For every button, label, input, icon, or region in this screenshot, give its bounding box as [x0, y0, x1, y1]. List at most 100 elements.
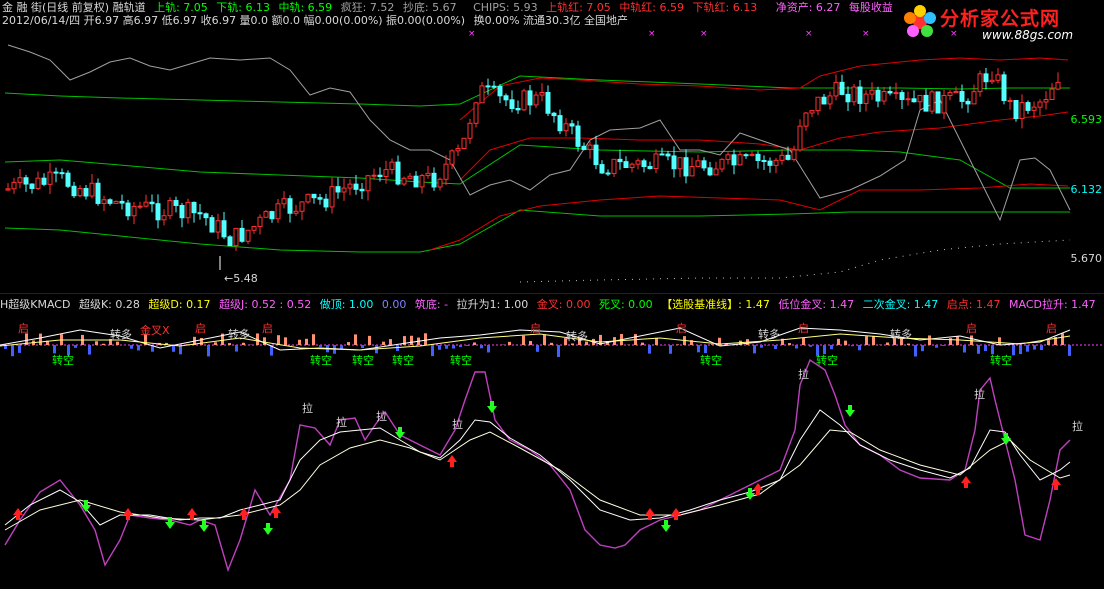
signal-zhuankong-5: 转空: [450, 354, 472, 367]
histogram-bar: [788, 343, 791, 345]
histogram-bar: [809, 345, 812, 347]
histogram-bar: [137, 345, 140, 351]
signal-la-5: 拉: [798, 368, 809, 381]
histogram-bar: [949, 338, 952, 345]
histogram-bar: [865, 336, 868, 345]
signal-la-3: 拉: [376, 410, 387, 423]
signal-zhuankong-4: 转空: [392, 354, 414, 367]
histogram-bar: [305, 338, 308, 345]
signal-zhuankong-1: 转空: [52, 354, 74, 367]
signal-qi-2: 启: [195, 322, 206, 335]
histogram-bar: [977, 345, 980, 354]
histogram-bar: [284, 337, 287, 345]
histogram-bar: [942, 345, 945, 346]
histogram-bar: [669, 345, 672, 354]
histogram-bar: [473, 342, 476, 345]
signal-qi-4: 启: [530, 322, 541, 335]
histogram-bar: [347, 342, 350, 345]
signal-zhuankong-3: 转空: [352, 354, 374, 367]
signal-la-1: 拉: [302, 402, 313, 415]
histogram-bar: [830, 345, 833, 350]
signal-la-6: 拉: [974, 388, 985, 401]
histogram-bar: [529, 340, 532, 345]
indicator-canvas: [0, 327, 1104, 573]
osc-k-line: [4, 409, 1071, 526]
histogram-bar: [445, 345, 448, 349]
buy-arrow-icon: [123, 508, 133, 520]
histogram-bar: [18, 345, 21, 353]
signal-zhuanduo-5: 转多: [890, 328, 912, 341]
histogram-bar: [11, 345, 14, 357]
histogram-bar: [508, 341, 511, 345]
histogram-bar: [858, 345, 861, 351]
histogram-bar: [88, 345, 91, 355]
signal-qi-3: 启: [262, 322, 273, 335]
histogram-bar: [676, 344, 679, 345]
histogram-bar: [753, 345, 756, 354]
signal-la-2: 拉: [336, 416, 347, 429]
histogram-bar: [711, 344, 714, 345]
signal-qi-5: 启: [676, 322, 687, 335]
histogram-bar: [1047, 340, 1050, 345]
histogram-bar: [921, 345, 924, 352]
histogram-bar: [466, 345, 469, 346]
histogram-bar: [382, 341, 385, 345]
signal-zhuanduo-4: 转多: [758, 328, 780, 341]
histogram-bar: [795, 345, 798, 349]
histogram-bar: [410, 335, 413, 345]
signal-qi-7: 启: [966, 322, 977, 335]
sell-arrow-icon: [845, 405, 855, 417]
histogram-bar: [550, 342, 553, 345]
osc-d-line: [4, 429, 1071, 531]
signal-qi-8: 启: [1046, 322, 1057, 335]
histogram-bar: [172, 345, 175, 352]
histogram-bar: [214, 342, 217, 345]
histogram-bar: [641, 342, 644, 345]
buy-arrow-icon: [671, 508, 681, 520]
histogram-bar: [1019, 345, 1022, 355]
signal-qi-1: 启: [18, 322, 29, 335]
histogram-bar: [130, 345, 133, 349]
histogram-bar: [648, 345, 651, 354]
histogram-bar: [914, 345, 917, 357]
signal-zhuankong-8: 转空: [990, 354, 1012, 367]
histogram-bar: [998, 337, 1001, 345]
histogram-bar: [767, 345, 770, 346]
histogram-bar: [291, 345, 294, 346]
signal-arrows: [13, 401, 1061, 535]
signal-qi-6: 启: [798, 322, 809, 335]
sell-arrow-icon: [487, 401, 497, 413]
histogram-bar: [235, 345, 238, 352]
histogram-bar: [340, 345, 343, 349]
histogram-bar: [1033, 345, 1036, 350]
histogram-bar: [1068, 345, 1071, 356]
stock-chart-window[interactable]: { "header1": { "title": "金 融 街(日线 前复权) 融…: [0, 0, 1104, 589]
histogram-bar: [389, 339, 392, 345]
signal-zhuanduo-2: 转多: [228, 328, 250, 341]
histogram-bar: [95, 341, 98, 345]
histogram-bar: [851, 345, 854, 347]
histogram-bar: [74, 345, 77, 348]
histogram-bar: [438, 345, 441, 350]
histogram-bar: [984, 345, 987, 351]
histogram-bar: [242, 342, 245, 345]
histogram-bar: [774, 345, 777, 349]
histogram-bar: [277, 335, 280, 345]
buy-arrow-icon: [447, 455, 457, 467]
histogram-bar: [802, 337, 805, 345]
histogram-bar: [1040, 345, 1043, 351]
histogram-bar: [452, 345, 455, 349]
signal-zhuanduo-3: 转多: [566, 330, 588, 343]
histogram-bar: [907, 343, 910, 345]
histogram-bar: [543, 334, 546, 345]
histogram-bar: [368, 335, 371, 345]
histogram-bar: [1061, 333, 1064, 345]
histogram-bar: [837, 338, 840, 345]
histogram-bar: [557, 345, 560, 357]
histogram-bar: [102, 343, 105, 345]
histogram-bar: [1012, 345, 1015, 356]
histogram-bar: [956, 336, 959, 345]
histogram-bar: [354, 334, 357, 345]
sell-arrow-icon: [263, 523, 273, 535]
histogram-bar: [886, 342, 889, 345]
